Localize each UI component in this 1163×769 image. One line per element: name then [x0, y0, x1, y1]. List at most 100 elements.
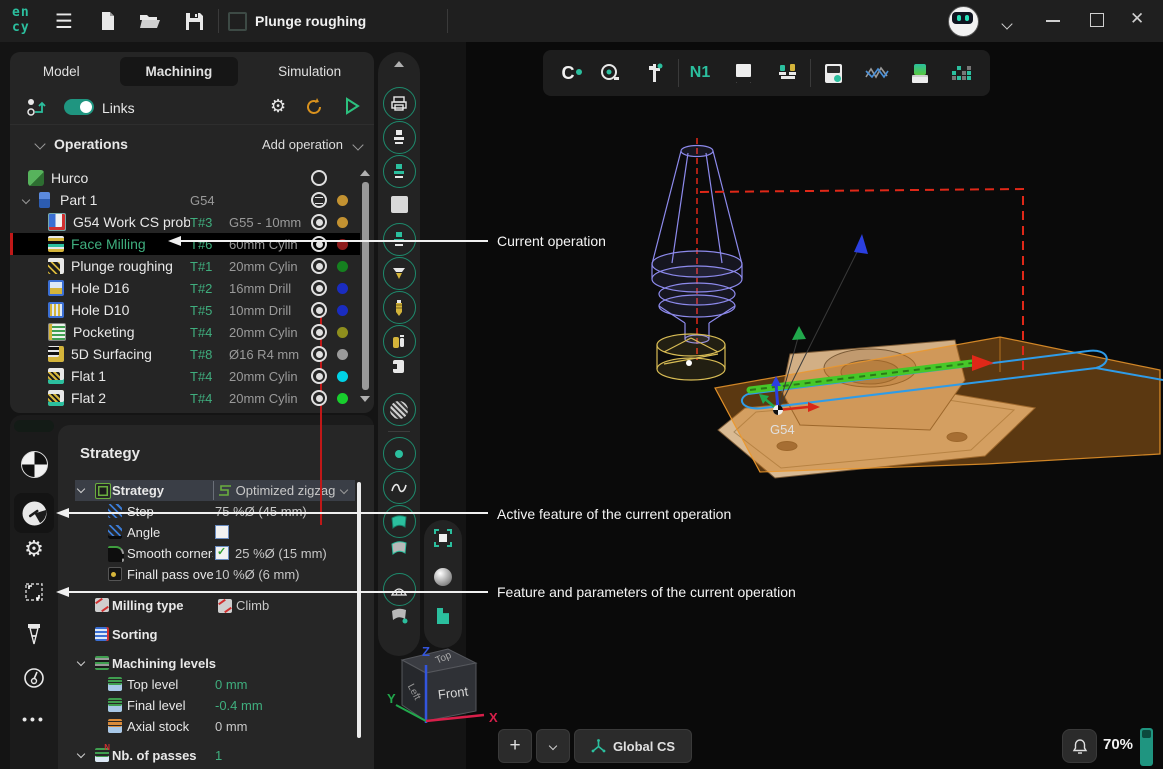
- maximize-button[interactable]: [1090, 13, 1104, 27]
- sorting-row[interactable]: Sorting: [58, 624, 374, 645]
- cs-dropdown-button[interactable]: [536, 729, 570, 763]
- output-radio[interactable]: [311, 258, 327, 274]
- gear-icon[interactable]: ⚙: [270, 96, 286, 117]
- fit-selection-icon[interactable]: [424, 528, 462, 548]
- scene-3d[interactable]: G54: [466, 42, 1163, 769]
- save-icon[interactable]: [182, 9, 206, 33]
- geometry-toolbar: [378, 52, 420, 656]
- machining-levels-icon: [95, 656, 109, 670]
- settings-category-icon[interactable]: ⚙: [10, 537, 58, 562]
- collapse-icon[interactable]: [34, 138, 45, 149]
- drill-button[interactable]: [378, 291, 420, 324]
- output-radio[interactable]: [311, 280, 327, 296]
- passes-row[interactable]: Nb. of passes 1: [58, 745, 374, 766]
- add-operation-button[interactable]: Add operation: [262, 137, 343, 152]
- global-cs-button[interactable]: Global CS: [574, 729, 692, 763]
- lead-moves-category-icon[interactable]: [10, 581, 58, 603]
- close-button[interactable]: ✕: [1130, 9, 1144, 29]
- output-radio[interactable]: [311, 170, 327, 186]
- chevron-down-icon[interactable]: [77, 750, 85, 758]
- curve-button[interactable]: [378, 471, 420, 504]
- operation-row[interactable]: Plunge roughing T#1 20mm Cylin: [10, 255, 360, 277]
- operation-row[interactable]: G54 Work CS probing T#3 G55 - 10mm: [10, 211, 360, 233]
- links-toggle[interactable]: [64, 99, 94, 115]
- workpiece-category-icon[interactable]: [10, 451, 58, 478]
- operation-row[interactable]: Flat 2 T#4 20mm Cylin: [10, 387, 360, 409]
- chevron-down-icon[interactable]: [77, 658, 85, 666]
- run-simulation-icon[interactable]: [343, 97, 361, 120]
- assistant-dropdown-icon[interactable]: [1003, 15, 1011, 33]
- operation-row-selected[interactable]: Face Milling T#6 60mm Cylin: [10, 233, 360, 255]
- open-folder-icon[interactable]: [138, 9, 162, 33]
- operation-row[interactable]: Pocketing T#4 20mm Cylin: [10, 321, 360, 343]
- main-menu-icon[interactable]: ☰: [52, 9, 76, 33]
- surface-button[interactable]: [378, 505, 420, 538]
- final-level-row[interactable]: Final level -0.4 mm: [58, 695, 374, 716]
- holder-button[interactable]: [378, 325, 420, 358]
- output-radio[interactable]: [311, 302, 327, 318]
- output-radio[interactable]: [311, 368, 327, 384]
- strategy-group-row[interactable]: Strategy Optimized zigzag: [58, 480, 374, 501]
- angle-row[interactable]: Angle: [58, 522, 374, 543]
- output-radio[interactable]: [311, 214, 327, 230]
- axial-stock-row[interactable]: Axial stock 0 mm: [58, 716, 374, 737]
- scroll-up-icon[interactable]: [360, 170, 370, 176]
- machine-button[interactable]: [378, 87, 420, 120]
- smooth-corners-row[interactable]: Smooth corners 25 %Ø (15 mm): [58, 543, 374, 564]
- top-level-row[interactable]: Top level 0 mm: [58, 674, 374, 695]
- mesh-button[interactable]: [378, 573, 420, 606]
- new-document-icon[interactable]: [96, 9, 120, 33]
- milling-type-row[interactable]: Milling type Climb: [58, 595, 374, 616]
- view-cube[interactable]: Top Left Front Z Y X: [386, 643, 506, 743]
- output-radio[interactable]: [311, 236, 327, 252]
- workpiece-button[interactable]: [378, 155, 420, 188]
- tab-simulation[interactable]: Simulation: [252, 57, 367, 86]
- operation-row-machine[interactable]: Hurco: [10, 167, 360, 189]
- operation-row[interactable]: Hole D16 T#2 16mm Drill: [10, 277, 360, 299]
- strategy-scrollbar[interactable]: [357, 482, 361, 738]
- output-radio[interactable]: [311, 346, 327, 362]
- tool-category-icon[interactable]: [10, 622, 58, 646]
- operation-row[interactable]: Flat 1 T#4 20mm Cylin: [10, 365, 360, 387]
- output-radio[interactable]: [311, 390, 327, 406]
- output-radio[interactable]: [311, 192, 327, 208]
- viewport-3d[interactable]: C N1: [466, 42, 1163, 769]
- hatch-region-button[interactable]: [378, 393, 420, 426]
- operations-scrollbar[interactable]: [362, 182, 369, 390]
- surface-point-button[interactable]: [378, 607, 420, 624]
- scroll-up-icon[interactable]: [378, 61, 420, 67]
- tab-machining[interactable]: Machining: [120, 57, 239, 86]
- output-radio[interactable]: [311, 324, 327, 340]
- notifications-bell-button[interactable]: [1062, 729, 1097, 763]
- more-categories-icon[interactable]: •••: [10, 711, 58, 727]
- surface-gray-button[interactable]: [378, 540, 420, 556]
- final-pass-row[interactable]: Finall pass over 10 %Ø (6 mm): [58, 564, 374, 585]
- recalculate-icon[interactable]: [304, 97, 324, 122]
- chevron-down-icon[interactable]: [23, 197, 35, 203]
- stock-button[interactable]: [378, 196, 420, 213]
- minimize-button[interactable]: [1046, 20, 1060, 22]
- add-operation-dropdown-icon[interactable]: [352, 139, 363, 150]
- scroll-down-icon[interactable]: [360, 396, 370, 402]
- solid-body-icon[interactable]: [424, 608, 462, 624]
- panel-handle[interactable]: [14, 420, 54, 432]
- probing-icon: [48, 213, 66, 231]
- feeds-category-icon[interactable]: [10, 667, 58, 689]
- operation-row[interactable]: Hole D10 T#5 10mm Drill: [10, 299, 360, 321]
- point-button[interactable]: [378, 437, 420, 470]
- zoom-slider[interactable]: [1140, 728, 1153, 766]
- tool-tip-button[interactable]: [378, 257, 420, 290]
- hole-icon: [48, 302, 64, 318]
- machining-levels-row[interactable]: Machining levels: [58, 653, 374, 674]
- smooth-corners-checkbox[interactable]: [215, 546, 229, 560]
- angle-checkbox[interactable]: [215, 525, 229, 539]
- operation-row[interactable]: 5D Surfacing T#8 Ø16 R4 mm: [10, 343, 360, 365]
- operation-row-part[interactable]: Part 1 G54: [10, 189, 360, 211]
- sphere-icon[interactable]: [424, 568, 462, 586]
- fixture-button[interactable]: [378, 121, 420, 154]
- hole-icon: [48, 280, 64, 296]
- tab-model[interactable]: Model: [17, 57, 106, 86]
- assistant-icon[interactable]: [948, 6, 979, 37]
- workpiece-box-button[interactable]: [378, 358, 420, 376]
- strategy-category-icon[interactable]: [10, 501, 58, 526]
